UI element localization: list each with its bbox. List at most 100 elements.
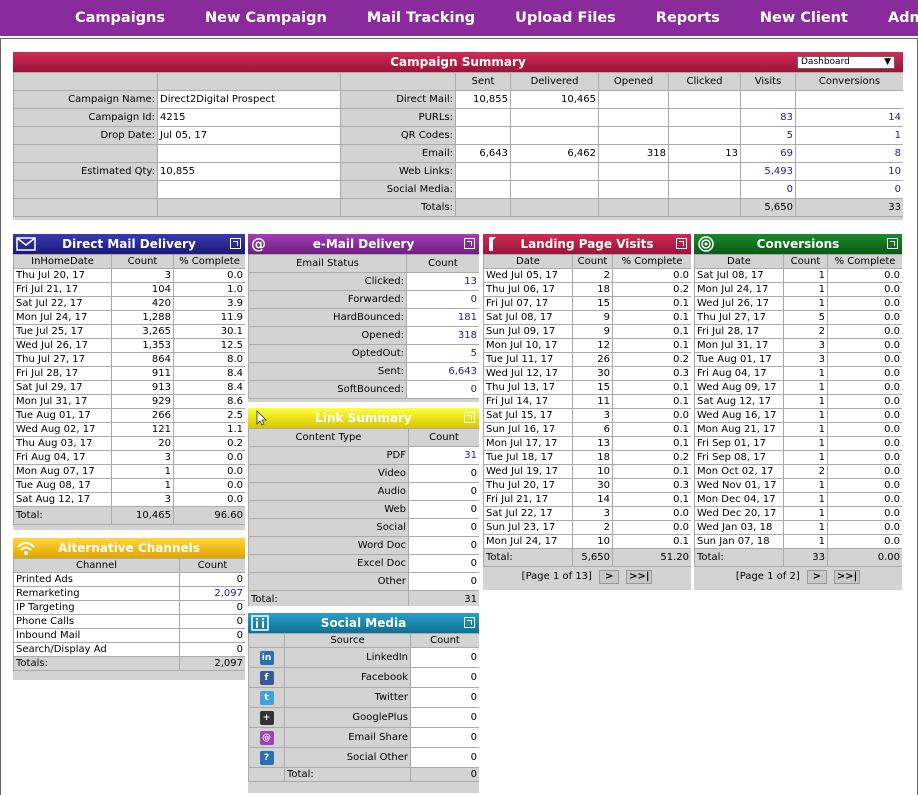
row-count: 2 <box>572 520 613 535</box>
maximize-icon[interactable] <box>464 412 475 423</box>
blank-cell <box>248 767 285 782</box>
column-header: % Complete <box>173 254 245 269</box>
row-percent: 0.1 <box>612 422 691 437</box>
link-summary-panel: Link Summary Content Type Count PDF 31 Video… <box>248 408 479 606</box>
row-count: 1 <box>783 408 828 423</box>
row-count[interactable]: 2,097 <box>179 586 245 601</box>
row-date: Sat Jul 22, 17 <box>13 296 112 311</box>
summary-value[interactable]: 0 <box>795 180 903 199</box>
row-count: 864 <box>111 352 174 367</box>
summary-value[interactable]: 33 <box>795 198 903 217</box>
summary-value[interactable]: 10 <box>795 162 903 181</box>
nav-campaigns[interactable]: Campaigns <box>75 10 165 26</box>
header-row: InHomeDate Count% Complete <box>13 254 245 269</box>
row-date: Wed Jul 12, 17 <box>483 366 573 381</box>
social-icon-cell: ? <box>248 747 285 768</box>
row-count: 15 <box>572 380 613 395</box>
view-dropdown[interactable]: Dashboard <box>797 56 895 69</box>
table-row: Fri Aug 04, 17 3 0.0 <box>13 450 245 465</box>
nav-new-campaign[interactable]: New Campaign <box>205 10 327 26</box>
row-percent: 0.0 <box>827 464 902 479</box>
header-row: Date Count% Complete <box>483 254 691 269</box>
table-row: Wed Aug 02, 17 121 1.1 <box>13 422 245 437</box>
row-count[interactable]: 0 <box>406 380 479 399</box>
summary-value <box>510 126 599 145</box>
social-media-table: Source Count in LinkedIn 0 f Facebook 0 t Twitter… <box>248 633 479 782</box>
row-count: 26 <box>572 352 613 367</box>
row-percent: 0.0 <box>827 394 902 409</box>
row-count: 3 <box>783 338 828 353</box>
summary-value[interactable]: 5,650 <box>740 198 796 217</box>
maximize-icon[interactable] <box>887 238 898 249</box>
last-page-button[interactable]: >>| <box>626 570 653 584</box>
table-row: Mon Aug 21, 17 1 0.0 <box>694 422 902 437</box>
column-header: Count <box>179 558 245 573</box>
next-page-button[interactable]: > <box>806 570 827 584</box>
last-page-button[interactable]: >>| <box>834 570 861 584</box>
total-count: 5,650 <box>572 548 613 567</box>
nav-reports[interactable]: Reports <box>656 10 720 26</box>
summary-value <box>668 180 741 199</box>
row-percent: 0.0 <box>612 520 691 535</box>
summary-value[interactable]: 5,493 <box>740 162 796 181</box>
table-row: Tue Aug 08, 17 1 0.0 <box>13 478 245 493</box>
social-media-panel: Social Media Source Count in LinkedIn 0 f Face… <box>248 613 479 793</box>
header-row: Channel Count <box>13 558 245 573</box>
row-date: Sat Jul 08, 17 <box>694 268 784 283</box>
row-date: Thu Aug 03, 17 <box>13 436 112 451</box>
column-header: InHomeDate <box>13 254 112 269</box>
summary-value <box>668 90 741 109</box>
social-icon-cell: + <box>248 707 285 728</box>
row-count: 0 <box>179 614 245 629</box>
maximize-icon[interactable] <box>464 617 475 628</box>
summary-value[interactable]: 1 <box>795 126 903 145</box>
header-row: Date Count% Complete <box>694 254 902 269</box>
nav-admin[interactable]: Admin <box>888 10 918 26</box>
summary-value[interactable] <box>795 90 903 109</box>
summary-value[interactable]: 14 <box>795 108 903 127</box>
summary-field-label <box>13 144 158 163</box>
maximize-icon[interactable] <box>230 238 241 249</box>
table-row: Sat Jul 08, 17 9 0.1 <box>483 310 691 325</box>
row-count[interactable]: 6,643 <box>406 362 479 381</box>
row-date: Tue Aug 08, 17 <box>13 478 112 493</box>
row-date: Fri Jul 14, 17 <box>483 394 573 409</box>
row-percent: 0.0 <box>827 366 902 381</box>
summary-value <box>598 162 669 181</box>
row-label: Web <box>248 500 409 519</box>
table-row: Wed Aug 16, 17 1 0.0 <box>694 408 902 423</box>
blank-cell <box>13 72 158 91</box>
summary-value[interactable]: 83 <box>740 108 796 127</box>
row-percent: 0.2 <box>612 282 691 297</box>
summary-value[interactable]: 8 <box>795 144 903 163</box>
row-count: 1 <box>783 422 828 437</box>
row-count[interactable]: 0 <box>406 290 479 309</box>
table-row: Wed Aug 09, 17 1 0.0 <box>694 380 902 395</box>
nav-new-client[interactable]: New Client <box>760 10 848 26</box>
maximize-icon[interactable] <box>464 238 475 249</box>
row-label: Remarketing <box>13 586 180 601</box>
row-count: 0 <box>408 464 479 483</box>
row-count: 12 <box>572 338 613 353</box>
next-page-button[interactable]: > <box>599 570 620 584</box>
summary-value[interactable]: 0 <box>740 180 796 199</box>
summary-value[interactable] <box>740 90 796 109</box>
row-date: Sun Jan 07, 18 <box>694 534 784 549</box>
table-row: Forwarded: 0 <box>248 290 479 309</box>
row-date: Wed Nov 01, 17 <box>694 478 784 493</box>
summary-value[interactable]: 5 <box>740 126 796 145</box>
table-row: Video 0 <box>248 464 479 483</box>
row-count[interactable]: 318 <box>406 326 479 345</box>
maximize-icon[interactable] <box>676 238 687 249</box>
row-count[interactable]: 5 <box>406 344 479 363</box>
summary-value[interactable]: 69 <box>740 144 796 163</box>
summary-value <box>598 90 669 109</box>
row-count: 14 <box>572 492 613 507</box>
total-count: 10,465 <box>111 506 174 525</box>
nav-upload-files[interactable]: Upload Files <box>515 10 616 26</box>
summary-field-label: Estimated Qty: <box>13 162 158 181</box>
row-count[interactable]: 181 <box>406 308 479 327</box>
row-count[interactable]: 13 <box>406 272 479 291</box>
row-count: 18 <box>572 450 613 465</box>
nav-mail-tracking[interactable]: Mail Tracking <box>367 10 475 26</box>
